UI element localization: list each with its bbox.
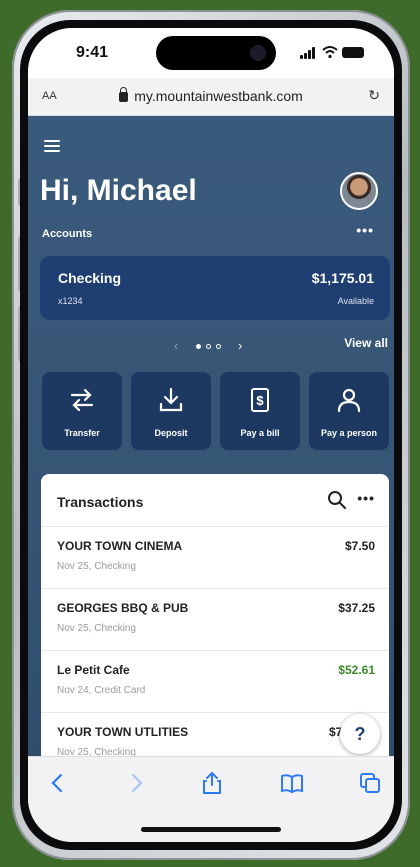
back-icon[interactable] [46, 771, 70, 795]
svg-text:$: $ [256, 393, 264, 408]
transaction-detail: Nov 24, Credit Card [57, 685, 146, 696]
transaction-detail: Nov 25, Checking [57, 747, 136, 756]
transaction-merchant: Le Petit Cafe [57, 663, 130, 677]
carousel-dot[interactable] [206, 344, 211, 349]
share-icon[interactable] [200, 771, 224, 795]
account-balance-label: Available [337, 296, 374, 306]
dynamic-island [156, 36, 276, 70]
greeting-title: Hi, Michael [40, 174, 197, 207]
transfer-icon [70, 388, 94, 412]
battery-icon [342, 47, 364, 58]
bookmarks-icon[interactable] [280, 771, 304, 795]
avatar[interactable] [340, 172, 378, 210]
wifi-icon [322, 46, 338, 59]
forward-icon[interactable] [124, 771, 148, 795]
transaction-amount: $52.61 [338, 663, 375, 677]
reload-icon[interactable]: ↻ [368, 87, 380, 104]
transactions-title: Transactions [57, 494, 144, 510]
deposit-button[interactable]: Deposit [131, 372, 211, 450]
transfer-button[interactable]: Transfer [42, 372, 122, 450]
phone-screen: 9:41 AA my.mountainwestbank.com ↻ Hi, Mi… [28, 28, 394, 842]
carousel-dot[interactable] [216, 344, 221, 349]
deposit-icon [159, 387, 183, 412]
home-indicator [141, 827, 281, 832]
status-bar: 9:41 [28, 28, 394, 78]
accounts-label: Accounts [42, 228, 93, 240]
transactions-panel: Transactions ••• YOUR TOWN CINEMA Nov 25… [41, 474, 389, 756]
transaction-row[interactable]: GEORGES BBQ & PUB Nov 25, Checking $37.2… [41, 588, 389, 650]
transaction-row[interactable]: YOUR TOWN CINEMA Nov 25, Checking $7.50 [41, 526, 389, 588]
view-all-link[interactable]: View all [344, 336, 388, 350]
menu-icon[interactable] [44, 140, 60, 155]
browser-toolbar [28, 756, 394, 842]
transaction-merchant: YOUR TOWN UTLITIES [57, 725, 189, 739]
transaction-merchant: YOUR TOWN CINEMA [57, 539, 183, 553]
transaction-detail: Nov 25, Checking [57, 623, 136, 634]
carousel-prev-icon[interactable]: ‹ [174, 338, 178, 353]
transaction-detail: Nov 25, Checking [57, 561, 136, 572]
pay-bill-label: Pay a bill [240, 428, 280, 438]
bill-icon: $ [251, 388, 269, 412]
signal-icon [300, 47, 316, 59]
person-icon [337, 388, 361, 413]
account-name: Checking [58, 270, 122, 286]
transaction-merchant: GEORGES BBQ & PUB [57, 601, 189, 615]
lock-icon [119, 87, 129, 102]
url-text: my.mountainwestbank.com [134, 88, 303, 104]
address-bar[interactable]: AA my.mountainwestbank.com ↻ [28, 78, 394, 116]
transactions-more-icon[interactable]: ••• [357, 490, 375, 506]
status-time: 9:41 [76, 44, 109, 61]
account-card-checking[interactable]: Checking x1234 $1,175.01 Available [40, 256, 390, 320]
tabs-icon[interactable] [358, 771, 382, 795]
pay-bill-button[interactable]: $ Pay a bill [220, 372, 300, 450]
accounts-more-icon[interactable]: ••• [356, 222, 374, 238]
pay-person-button[interactable]: Pay a person [309, 372, 389, 450]
pay-person-label: Pay a person [320, 428, 378, 438]
account-number: x1234 [58, 296, 83, 306]
web-content: Hi, Michael Accounts ••• Checking x1234 … [28, 116, 394, 756]
transaction-amount: $7.50 [344, 539, 375, 553]
carousel-next-icon[interactable]: › [238, 338, 242, 353]
url-field[interactable]: my.mountainwestbank.com [28, 87, 394, 104]
carousel-pager: ‹ › [174, 338, 264, 354]
transaction-amount: $37.25 [338, 601, 375, 615]
search-icon[interactable] [327, 490, 347, 510]
transaction-row[interactable]: YOUR TOWN UTLITIES Nov 25, Checking $76 [41, 712, 389, 756]
transaction-row[interactable]: Le Petit Cafe Nov 24, Credit Card $52.61 [41, 650, 389, 712]
transfer-label: Transfer [64, 428, 100, 438]
carousel-dot-active[interactable] [196, 344, 201, 349]
account-balance: $1,175.01 [311, 270, 374, 286]
deposit-label: Deposit [154, 428, 188, 438]
help-button[interactable]: ? [340, 714, 380, 754]
